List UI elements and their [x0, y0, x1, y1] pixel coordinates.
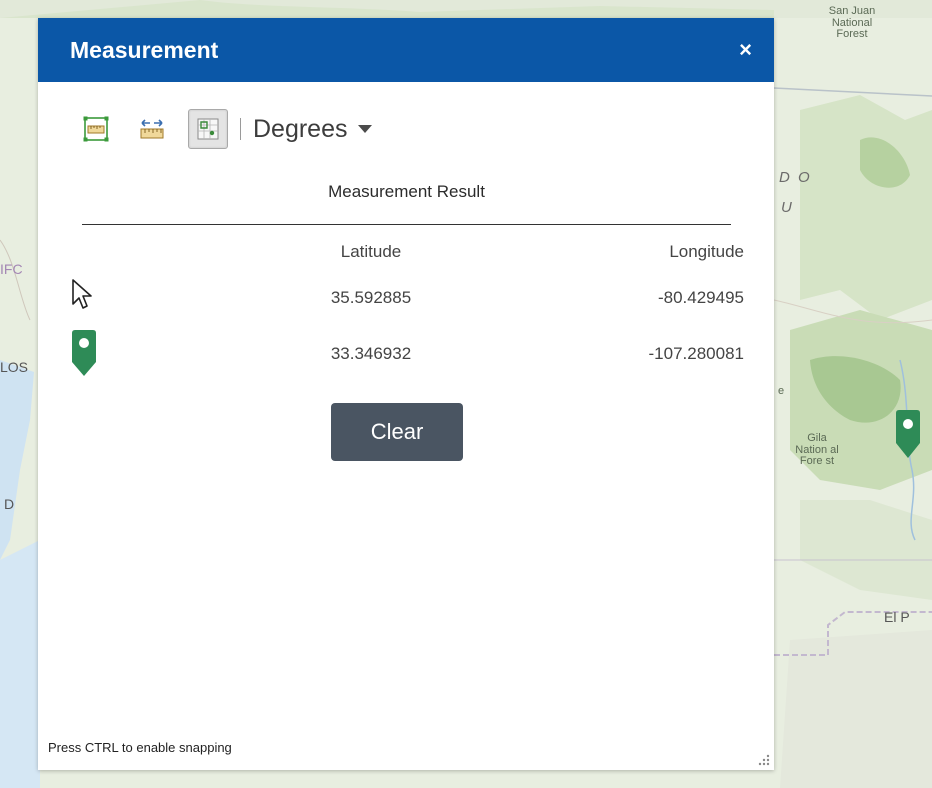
measure-toolbar: Degrees	[78, 106, 372, 152]
location-tool-button[interactable]	[188, 109, 228, 149]
map-label-gila: Gila Nation al Fore st	[788, 432, 846, 468]
map-label-state: D O	[779, 169, 812, 186]
map-label-el-paso: El P	[884, 609, 910, 625]
resize-handle-icon[interactable]	[758, 754, 770, 766]
result-divider	[82, 224, 731, 225]
cursor-icon	[72, 279, 92, 309]
distance-ruler-icon	[140, 119, 164, 139]
latitude-header: Latitude	[340, 242, 402, 261]
map-label-edge-e: e	[778, 385, 785, 397]
snapping-hint: Press CTRL to enable snapping	[48, 740, 232, 755]
measurement-panel: Measurement × Degrees Measurement Result…	[38, 18, 774, 770]
latitude-value: 35.592885	[330, 288, 412, 307]
panel-header: Measurement ×	[38, 18, 774, 82]
location-grid-icon	[197, 118, 219, 140]
longitude-header: Longitude	[669, 242, 744, 261]
panel-title: Measurement	[70, 36, 219, 63]
clear-button[interactable]: Clear	[331, 403, 463, 461]
unit-dropdown[interactable]: Degrees	[253, 115, 372, 144]
green-pin-icon	[72, 330, 96, 376]
map-label-left-ifc: IFC	[0, 261, 23, 277]
map-label-line: Gila	[807, 432, 827, 444]
map-label-san-juan: San Juan National Forest	[812, 5, 892, 41]
toolbar-separator	[240, 118, 241, 140]
area-ruler-icon	[83, 116, 109, 142]
longitude-value: -107.280081	[648, 344, 744, 363]
result-title: Measurement Result	[328, 182, 485, 201]
chevron-down-icon	[357, 125, 372, 133]
map-label-line: Forest	[836, 28, 868, 41]
distance-tool-button[interactable]	[132, 109, 172, 149]
map-label-state-2: U	[781, 199, 794, 216]
latitude-value: 33.346932	[330, 344, 412, 363]
map-label-line: San Juan	[828, 5, 876, 17]
longitude-value: -80.429495	[657, 288, 744, 307]
area-tool-button[interactable]	[76, 109, 116, 149]
map-label-left-los: LOS	[0, 359, 29, 375]
map-pin-icon[interactable]	[894, 410, 922, 460]
close-button[interactable]: ×	[739, 39, 752, 61]
map-label-line: Fore st	[799, 455, 835, 468]
unit-dropdown-value: Degrees	[253, 114, 348, 143]
map-label-left-d: D	[4, 496, 15, 512]
